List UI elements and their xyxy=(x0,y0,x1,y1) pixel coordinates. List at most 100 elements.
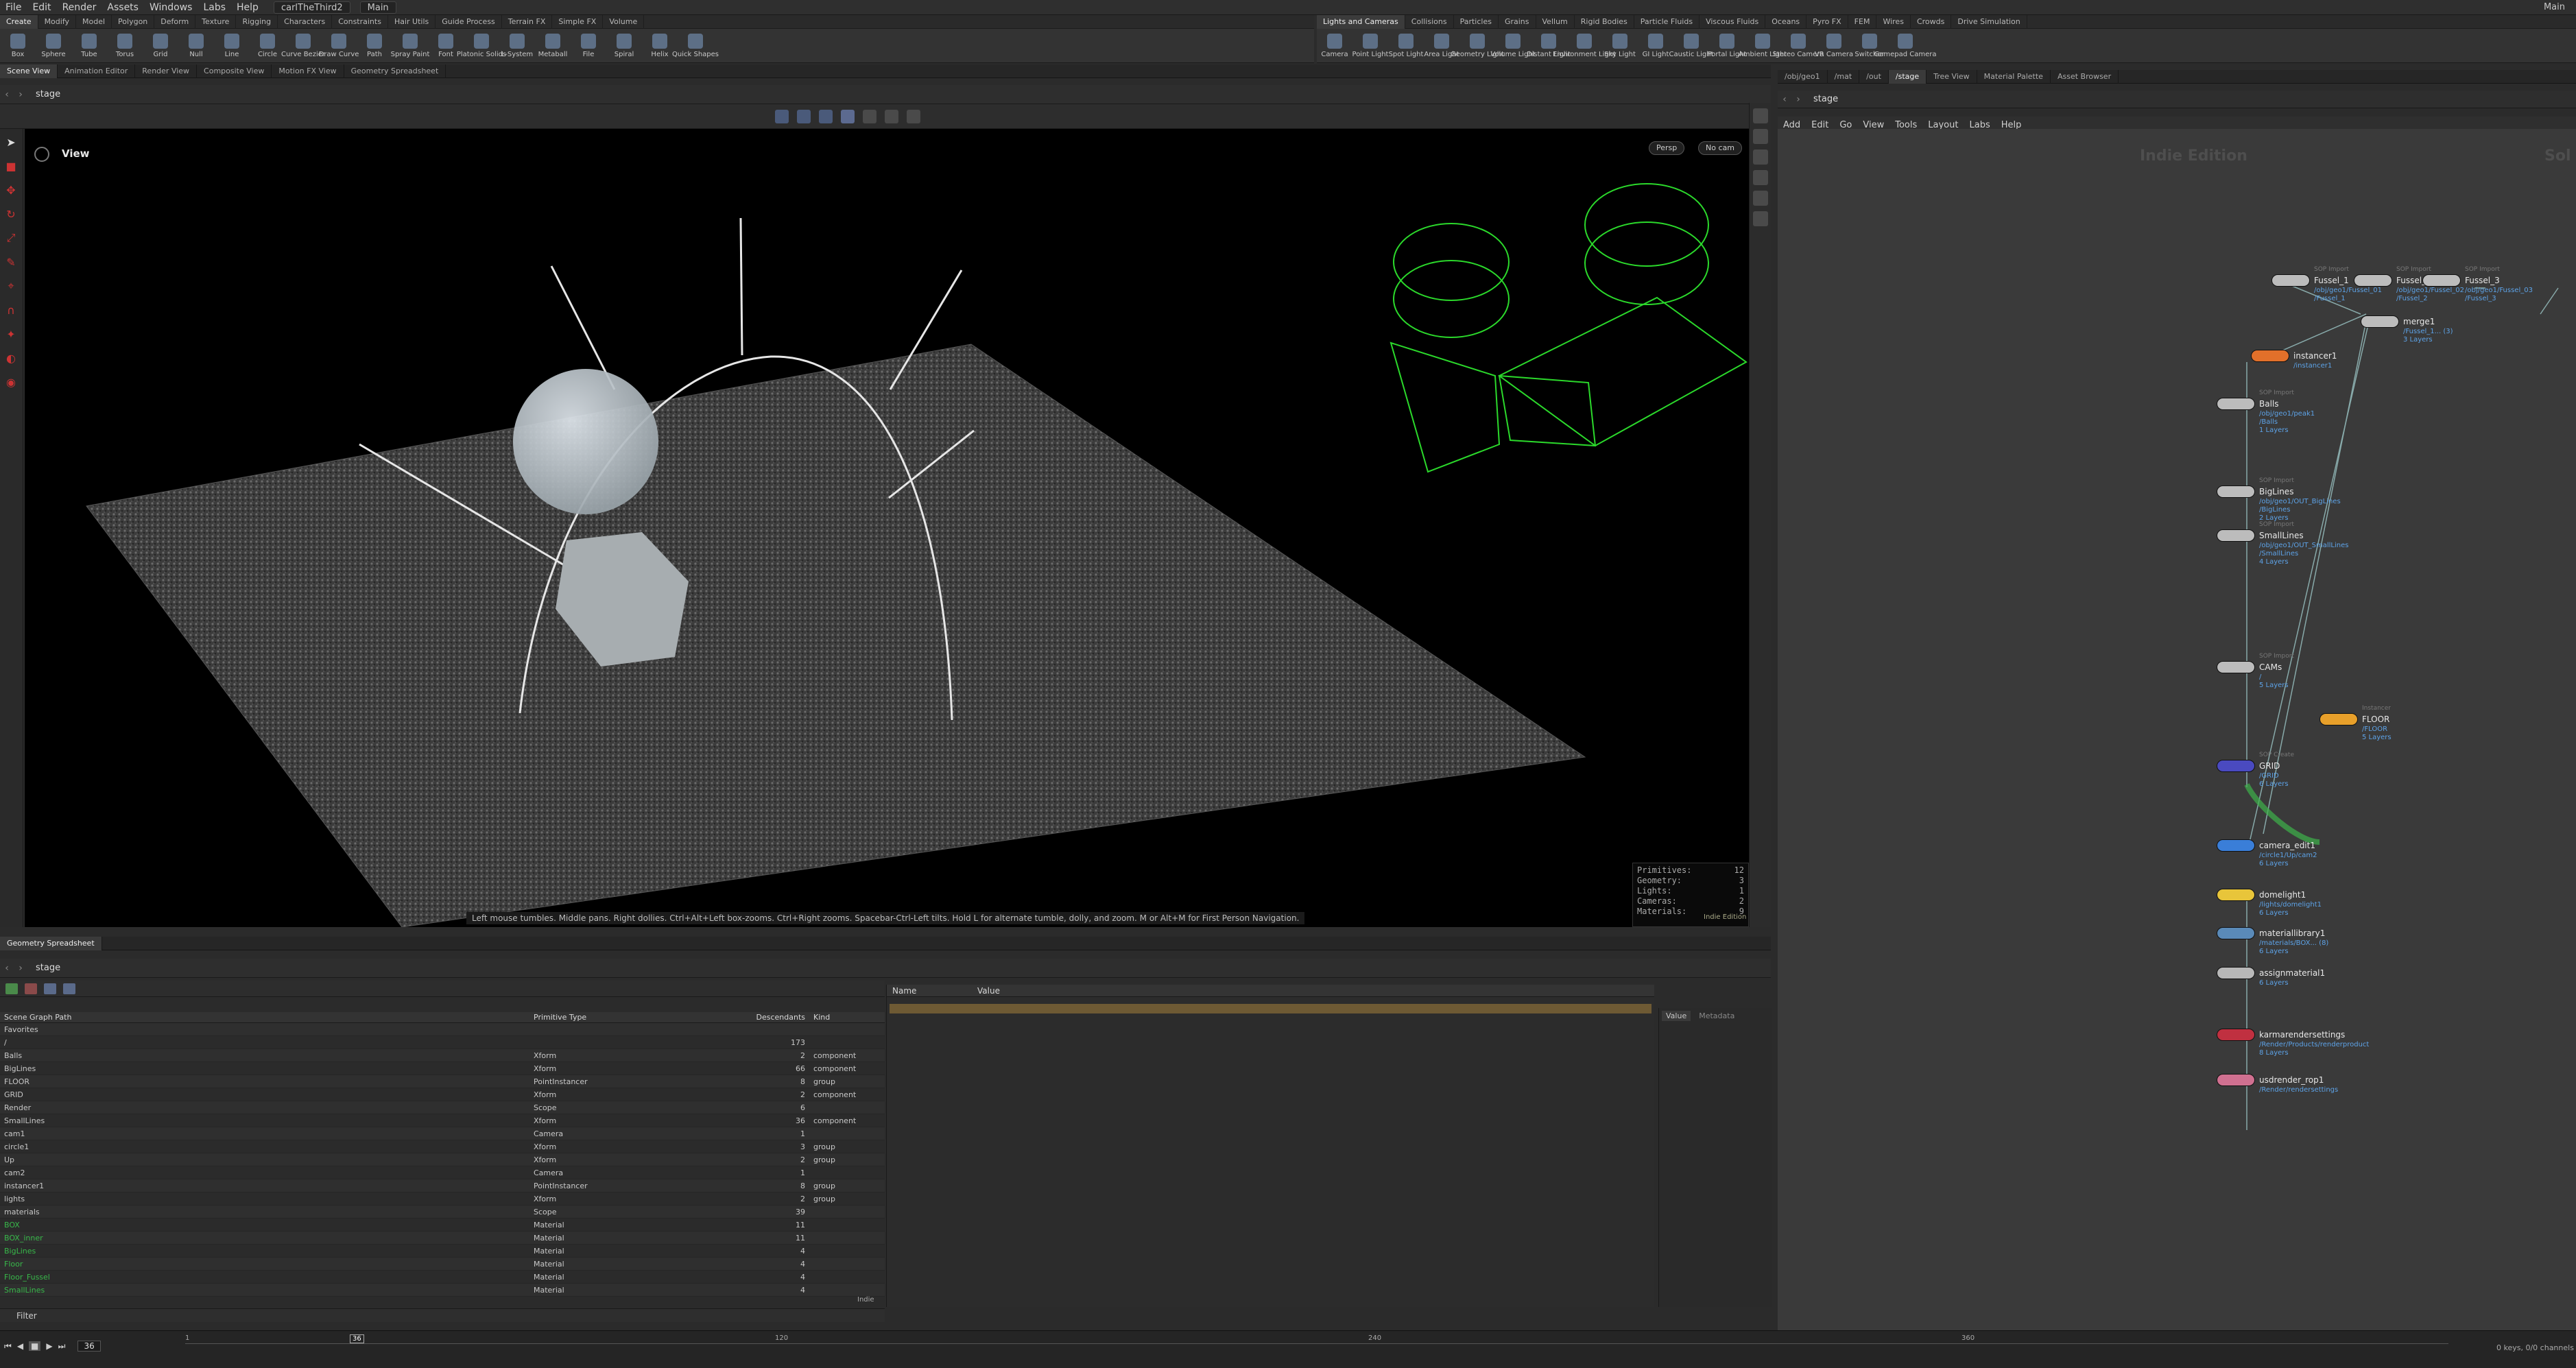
col-descendants[interactable]: Descendants xyxy=(716,1012,811,1022)
table-row[interactable]: materials Scope 39 xyxy=(0,1205,885,1219)
shelf-tab-vellum[interactable]: Vellum xyxy=(1536,14,1575,29)
table-row[interactable]: Floor_Fussel Material 4 xyxy=(0,1271,885,1284)
current-frame-marker[interactable]: 36 xyxy=(350,1334,364,1343)
tool-point-light[interactable]: Point Light xyxy=(1352,29,1388,63)
node-assignmaterial1[interactable]: assignmaterial1 6 Layers xyxy=(2217,967,2325,987)
node-fussel-2[interactable]: Fussel_2 SOP Import/obj/geo1/Fussel_02/Fu… xyxy=(2354,266,2464,302)
node-body[interactable] xyxy=(2217,1029,2255,1041)
menu-edit[interactable]: Edit xyxy=(27,0,56,15)
shelf-tab-particles[interactable]: Particles xyxy=(1454,14,1499,29)
table-row[interactable]: / 173 xyxy=(0,1036,885,1049)
node-body[interactable] xyxy=(2271,274,2310,287)
node-fussel-3[interactable]: Fussel_3 SOP Import/obj/geo1/Fussel_03/Fu… xyxy=(2422,266,2533,302)
selected-row[interactable] xyxy=(890,1004,1651,1013)
transform-icon[interactable]: ✥ xyxy=(0,179,22,201)
ghost-icon[interactable] xyxy=(1752,129,1768,144)
shelf-tab-particle-fluids[interactable]: Particle Fluids xyxy=(1634,14,1700,29)
tool-metaball[interactable]: Metaball xyxy=(535,29,571,63)
back-arrow-icon[interactable]: ‹ xyxy=(0,89,14,100)
table-row[interactable]: FLOOR PointInstancer 8 group xyxy=(0,1075,885,1088)
node-domelight1[interactable]: domelight1/lights/domelight1 6 Layers xyxy=(2217,889,2322,917)
tab-stage[interactable]: /stage xyxy=(1888,69,1927,84)
wireframe-toggle-icon[interactable] xyxy=(841,110,855,123)
persp-menu[interactable]: Persp xyxy=(1649,141,1685,155)
shelf-tab-pyro-fx[interactable]: Pyro FX xyxy=(1806,14,1848,29)
node-body[interactable] xyxy=(2361,315,2399,328)
tool-platonic-solids[interactable]: Platonic Solids xyxy=(457,29,506,63)
tool-path[interactable]: Path xyxy=(357,29,392,63)
shelf-tab-texture[interactable]: Texture xyxy=(195,14,237,29)
tool-sphere[interactable]: Sphere xyxy=(36,29,71,63)
tab-motion-fx-view[interactable]: Motion FX View xyxy=(272,64,344,78)
node-body[interactable] xyxy=(2217,967,2255,979)
table-row[interactable]: Up Xform 2 group xyxy=(0,1153,885,1166)
menu-help[interactable]: Help xyxy=(231,0,264,15)
node-body[interactable] xyxy=(2217,839,2255,852)
tool-quick-shapes[interactable]: Quick Shapes xyxy=(672,29,719,63)
props-value-col[interactable]: Value xyxy=(972,985,1000,996)
table-row[interactable]: BigLines Material 4 xyxy=(0,1245,885,1258)
shelf-tab-rigid-bodies[interactable]: Rigid Bodies xyxy=(1575,14,1634,29)
shelf-tab-characters[interactable]: Characters xyxy=(278,14,333,29)
lighting-icon[interactable] xyxy=(885,110,898,123)
col-path[interactable]: Scene Graph Path xyxy=(0,1012,531,1022)
tab-animation-editor[interactable]: Animation Editor xyxy=(58,64,136,78)
tab-mat[interactable]: /mat xyxy=(1828,69,1860,84)
tool-spiral[interactable]: Spiral xyxy=(606,29,642,63)
node-karmarendersettings[interactable]: karmarendersettings/Render/Products/rend… xyxy=(2217,1029,2369,1057)
table-row[interactable]: circle1 Xform 3 group xyxy=(0,1140,885,1153)
tool-sky-light[interactable]: Sky Light xyxy=(1602,29,1638,63)
tool-grid[interactable]: Grid xyxy=(143,29,178,63)
node-fussel-1[interactable]: Fussel_1 SOP Import/obj/geo1/Fussel_01/Fu… xyxy=(2271,266,2382,302)
tool-null[interactable]: Null xyxy=(178,29,214,63)
shelf-tab-modify[interactable]: Modify xyxy=(38,14,77,29)
filter-icon[interactable] xyxy=(44,983,56,994)
table-row[interactable]: GRID Xform 2 component xyxy=(0,1088,885,1101)
magnet-icon[interactable]: ∩ xyxy=(0,299,22,321)
props-name-col[interactable]: Name xyxy=(887,985,972,996)
tool-caustic-light[interactable]: Caustic Light xyxy=(1669,29,1714,63)
node-instancer1[interactable]: instancer1/instancer1 xyxy=(2251,350,2337,370)
lock-icon[interactable]: ■ xyxy=(0,155,22,177)
snapping-icon[interactable] xyxy=(819,110,833,123)
display-toggle-icon[interactable] xyxy=(1752,108,1768,123)
menu-assets[interactable]: Assets xyxy=(102,0,144,15)
tool-volume-light[interactable]: Volume Light xyxy=(1490,29,1536,63)
shelf-tab-polygon[interactable]: Polygon xyxy=(112,14,155,29)
tool-environment-light[interactable]: Environment Light xyxy=(1553,29,1616,63)
tool-spot-light[interactable]: Spot Light xyxy=(1388,29,1424,63)
collapse-icon[interactable] xyxy=(25,983,37,994)
forward-arrow-icon[interactable]: › xyxy=(14,963,27,974)
node-body[interactable] xyxy=(2217,1074,2255,1086)
lock-camera-icon[interactable] xyxy=(1752,149,1768,165)
step-back-icon[interactable]: ◀ xyxy=(17,1341,23,1351)
node-body[interactable] xyxy=(2217,485,2255,498)
menu-file[interactable]: File xyxy=(0,0,27,15)
menu-render[interactable]: Render xyxy=(57,0,102,15)
shelf-tab-volume[interactable]: Volume xyxy=(603,14,645,29)
table-row[interactable]: cam1 Camera 1 xyxy=(0,1127,885,1140)
shelf-tab-create[interactable]: Create xyxy=(0,14,38,29)
table-row[interactable]: BOX Material 11 xyxy=(0,1219,885,1232)
grid-icon[interactable] xyxy=(1752,211,1768,226)
viewer-path[interactable]: stage xyxy=(36,89,60,99)
view-tool-icon[interactable]: ◐ xyxy=(0,347,22,369)
scene-file-name[interactable]: carlTheThird2 xyxy=(273,1,350,14)
tool-camera[interactable]: Camera xyxy=(1317,29,1352,63)
tab-metadata[interactable]: Metadata xyxy=(1695,1011,1739,1021)
node-body[interactable] xyxy=(2319,713,2358,725)
desktop-selector[interactable]: Main xyxy=(359,1,396,14)
select-arrow-icon[interactable]: ➤ xyxy=(0,131,22,153)
shelf-tab-constraints[interactable]: Constraints xyxy=(332,14,388,29)
table-row[interactable]: BOX_inner Material 11 xyxy=(0,1232,885,1245)
shelf-tab-simple-fx[interactable]: Simple FX xyxy=(552,14,604,29)
tab-value[interactable]: Value xyxy=(1662,1011,1691,1021)
jump-end-icon[interactable]: ⏭ xyxy=(58,1341,66,1352)
table-row[interactable]: cam2 Camera 1 xyxy=(0,1166,885,1179)
node-body[interactable] xyxy=(2354,274,2392,287)
node-biglines[interactable]: BigLines SOP Import/obj/geo1/OUT_BigLines… xyxy=(2217,477,2341,522)
tool-spray-paint[interactable]: Spray Paint xyxy=(391,29,429,63)
tab-material-palette[interactable]: Material Palette xyxy=(1977,69,2051,84)
stop-icon[interactable]: ■ xyxy=(29,1341,41,1351)
tab-geometry-spreadsheet[interactable]: Geometry Spreadsheet xyxy=(344,64,446,78)
